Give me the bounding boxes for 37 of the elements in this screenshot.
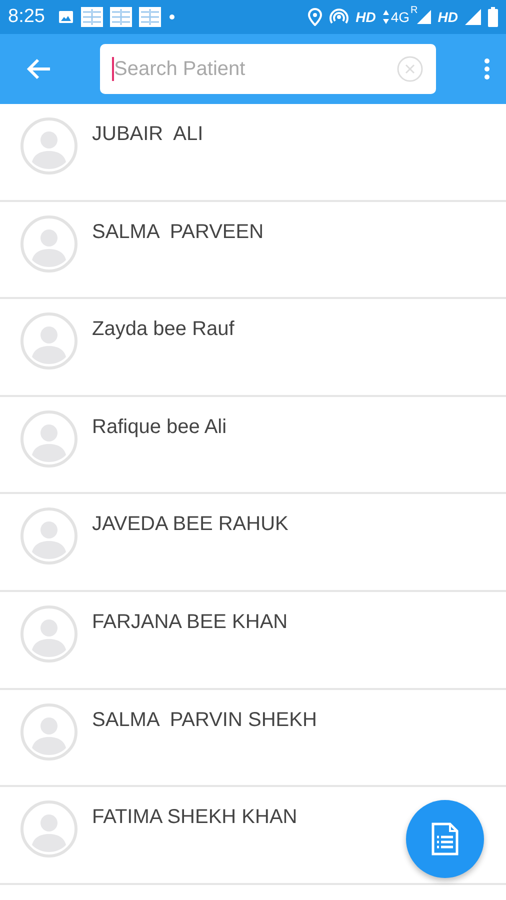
network-label: HD (438, 9, 458, 25)
qr-grid-icon (110, 7, 132, 27)
signal-icon (465, 9, 481, 25)
hotspot-icon (328, 8, 349, 26)
data-arrows-icon (382, 10, 389, 24)
patient-list-item[interactable]: SALMA PARVEEN (0, 202, 506, 300)
report-button[interactable] (406, 800, 484, 878)
search-field[interactable]: Search Patient (100, 44, 436, 94)
patient-list-item[interactable]: FARJANA BEE KHAN (0, 592, 506, 690)
qr-grid-icon (80, 7, 103, 27)
avatar-icon (20, 117, 78, 175)
back-arrow-icon (26, 57, 52, 81)
avatar-icon (20, 214, 78, 273)
patient-list-item[interactable]: JAVEDA BEE RAHUK (0, 494, 506, 592)
avatar-icon (20, 507, 78, 566)
patient-list-item[interactable]: SALMA PARVIN SHEKH (0, 690, 506, 788)
location-icon (308, 8, 322, 26)
avatar-icon (20, 410, 78, 468)
avatar-icon (20, 312, 78, 370)
avatar-icon (20, 800, 78, 858)
document-icon (431, 822, 459, 856)
battery-icon (488, 7, 498, 27)
image-icon (58, 10, 74, 24)
more-icon (484, 58, 490, 80)
avatar-icon (20, 702, 78, 761)
network-label: HD (356, 9, 376, 25)
roaming-indicator: R (410, 5, 418, 16)
dot-icon (168, 13, 176, 21)
signal-icon (416, 10, 431, 24)
qr-grid-icon (138, 7, 161, 27)
patient-list-item[interactable]: Zayda bee Rauf (0, 299, 506, 397)
status-time: 8:25 (8, 6, 45, 28)
network-type: 4G (390, 9, 410, 25)
patient-list-item[interactable]: JUBAIR ALI (0, 104, 506, 202)
avatar-icon (20, 604, 78, 663)
patient-list-item[interactable]: Rafique bee Ali (0, 396, 506, 494)
clear-icon[interactable] (396, 55, 424, 83)
